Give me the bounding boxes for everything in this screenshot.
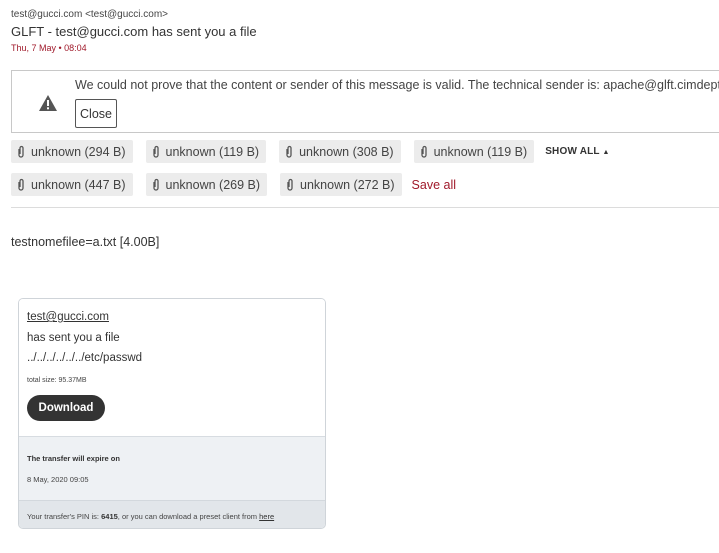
security-warning-banner: We could not prove that the content or s… — [11, 70, 719, 133]
client-download-link[interactable]: here — [259, 512, 274, 521]
message-body-text: testnomefilee=a.txt [4.00B] — [11, 235, 160, 249]
paperclip-icon — [18, 145, 24, 158]
pin-suffix: , or you can download a preset client fr… — [117, 512, 260, 521]
close-warning-button[interactable]: Close — [75, 99, 117, 128]
expire-label: The transfer will expire on — [27, 454, 120, 463]
paperclip-icon — [420, 145, 427, 158]
paperclip-icon — [286, 145, 292, 158]
card-total-size: total size: 95.37MB — [27, 377, 87, 384]
attachments-row-2: unknown (447 B) unknown (269 B) unknown … — [11, 173, 456, 196]
transfer-expiry-section: The transfer will expire on 8 May, 2020 … — [19, 436, 325, 500]
download-button[interactable]: Download — [27, 395, 105, 421]
attachment-chip[interactable]: unknown (119 B) — [413, 140, 535, 163]
attachment-label: unknown (269 B) — [165, 177, 261, 192]
header-divider — [11, 207, 719, 208]
paperclip-icon — [18, 178, 24, 191]
email-subject: GLFT - test@gucci.com has sent you a fil… — [11, 24, 257, 39]
attachment-label: unknown (447 B) — [31, 177, 126, 192]
pin-line: Your transfer's PIN is: 6415, or you can… — [27, 512, 274, 521]
show-all-toggle[interactable]: SHOW ALL ▲ — [545, 146, 610, 157]
pin-prefix: Your transfer's PIN is: — [27, 512, 102, 521]
warning-triangle-icon — [39, 95, 57, 111]
transfer-pin-section: Your transfer's PIN is: 6415, or you can… — [19, 500, 325, 528]
attachment-label: unknown (294 B) — [31, 144, 126, 159]
save-all-link[interactable]: Save all — [412, 178, 456, 192]
paperclip-icon — [152, 178, 159, 191]
card-sent-text: has sent you a file — [27, 332, 120, 344]
attachment-chip[interactable]: unknown (294 B) — [11, 140, 133, 163]
pin-value: 6415 — [101, 512, 118, 521]
card-sender-link[interactable]: test@gucci.com — [27, 311, 109, 323]
attachment-chip[interactable]: unknown (269 B) — [145, 173, 268, 196]
transfer-card-main: test@gucci.com has sent you a file ../..… — [19, 299, 325, 436]
email-date: Thu, 7 May • 08:04 — [11, 43, 87, 53]
attachment-chip[interactable]: unknown (308 B) — [279, 140, 401, 163]
paperclip-icon — [287, 178, 293, 191]
card-file-name: ../../../../../../etc/passwd — [27, 352, 143, 364]
expire-date: 8 May, 2020 09:05 — [27, 475, 89, 484]
attachments-row-1: unknown (294 B) unknown (119 B) unknown … — [11, 140, 610, 163]
attachment-chip[interactable]: unknown (272 B) — [280, 173, 402, 196]
warning-text: We could not prove that the content or s… — [75, 78, 719, 92]
attachment-label: unknown (272 B) — [300, 177, 395, 192]
paperclip-icon — [152, 145, 159, 158]
caret-up-icon: ▲ — [602, 149, 610, 156]
attachment-chip[interactable]: unknown (447 B) — [11, 173, 133, 196]
attachment-label: unknown (308 B) — [299, 144, 394, 159]
attachment-chip[interactable]: unknown (119 B) — [145, 140, 267, 163]
transfer-card: test@gucci.com has sent you a file ../..… — [18, 298, 326, 529]
sender-line: test@gucci.com <test@gucci.com> — [11, 9, 169, 20]
attachment-label: unknown (119 B) — [433, 144, 528, 159]
attachment-label: unknown (119 B) — [165, 144, 260, 159]
show-all-label: SHOW ALL — [545, 146, 600, 157]
